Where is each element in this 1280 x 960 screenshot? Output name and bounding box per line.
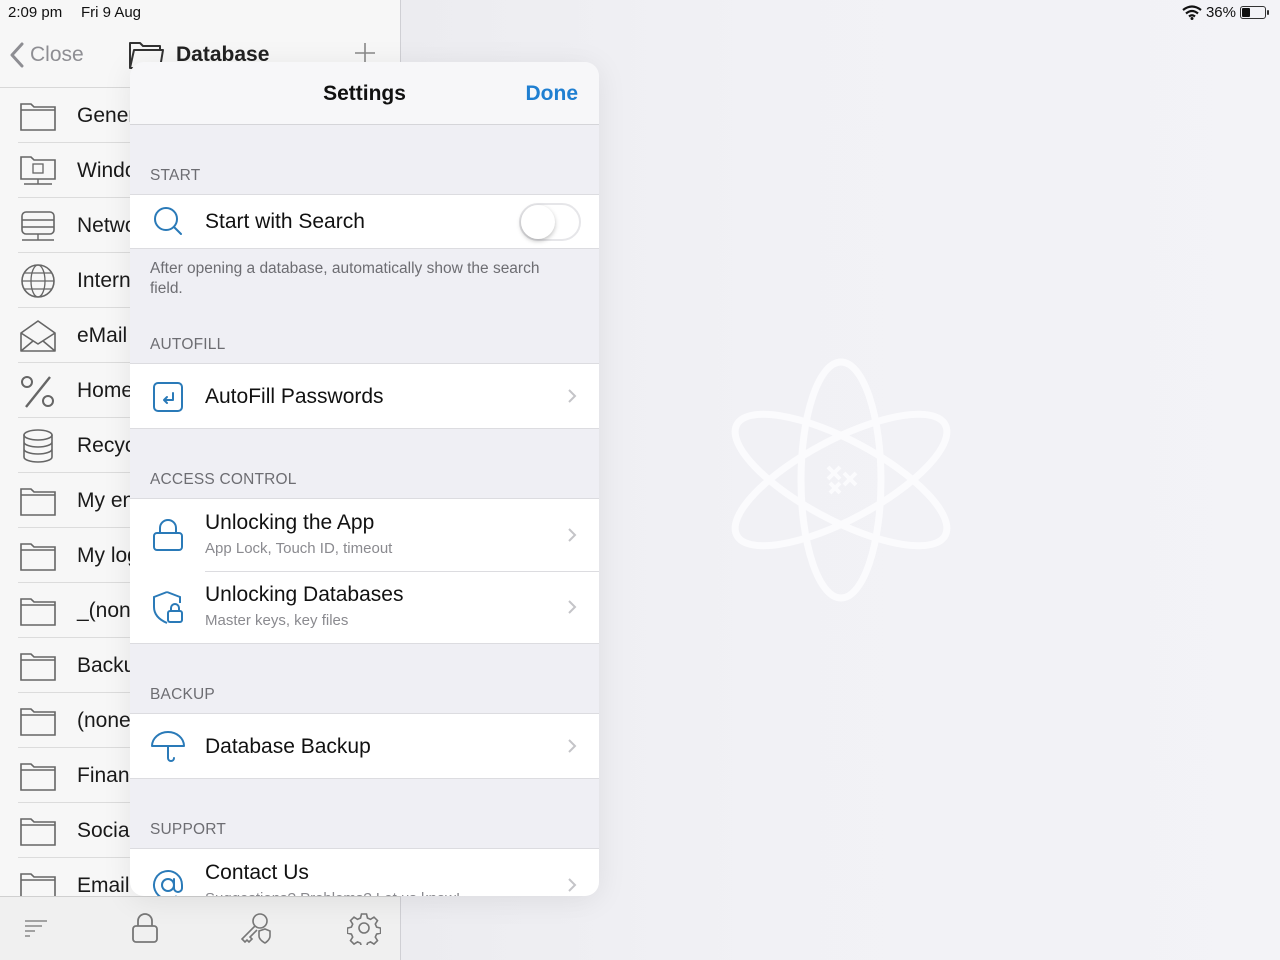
lock-icon[interactable] (128, 911, 162, 945)
close-button[interactable]: Close (10, 42, 84, 68)
section-header-autofill: AUTOFILL (150, 336, 226, 353)
backup-group: Database Backup (130, 713, 599, 779)
section-header-start: START (150, 167, 201, 184)
shield-lock-icon (153, 591, 183, 624)
unlocking-databases-title: Unlocking Databases (205, 583, 404, 606)
autofill-passwords-label: AutoFill Passwords (205, 385, 384, 408)
key-shield-icon[interactable] (238, 911, 272, 945)
folder-icon (20, 762, 56, 791)
status-date: Fri 9 Aug (81, 4, 142, 21)
folder-icon (20, 817, 56, 846)
support-group: Contact Us Suggestions? Problems? Let us… (130, 848, 599, 896)
database-icon (23, 428, 53, 463)
group-label: Social (77, 818, 135, 842)
folder-icon (20, 597, 56, 626)
globe-icon (21, 263, 55, 298)
autofill-passwords-row[interactable]: AutoFill Passwords (130, 364, 599, 428)
chevron-right-icon (568, 739, 577, 753)
start-footer: After opening a database, automatically … (150, 260, 540, 297)
status-bar: 2:09 pm Fri 9 Aug 36% (0, 0, 1280, 26)
wifi-icon (1182, 5, 1202, 20)
search-icon (154, 207, 182, 235)
chevron-right-icon (568, 878, 577, 892)
envelope-open-icon (20, 319, 56, 352)
section-header-backup: BACKUP (150, 686, 215, 703)
start-with-search-row: Start with Search (130, 195, 599, 248)
start-group: Start with Search (130, 194, 599, 249)
sort-icon[interactable] (20, 911, 54, 945)
folder-icon (20, 707, 56, 736)
folder-icon (20, 487, 56, 516)
percent-icon (21, 375, 54, 408)
unlocking-app-row[interactable]: Unlocking the App App Lock, Touch ID, ti… (130, 499, 599, 571)
done-button[interactable]: Done (526, 82, 579, 106)
folder-icon (20, 542, 56, 571)
group-label: Email (77, 873, 130, 897)
folder-icon (20, 652, 56, 681)
settings-header: Settings Done (130, 62, 599, 125)
battery-icon (1240, 6, 1269, 19)
contact-us-subtitle: Suggestions? Problems? Let us know! (205, 890, 460, 896)
chevron-right-icon (568, 389, 577, 403)
umbrella-icon (151, 731, 185, 762)
group-label: eMail (77, 323, 128, 347)
autofill-icon (153, 382, 183, 412)
chevron-right-icon (568, 600, 577, 614)
battery-percent: 36% (1205, 4, 1236, 21)
database-backup-row[interactable]: Database Backup (130, 714, 599, 778)
autofill-group: AutoFill Passwords (130, 363, 599, 429)
contact-us-row[interactable]: Contact Us Suggestions? Problems? Let us… (130, 849, 599, 896)
unlocking-databases-subtitle: Master keys, key files (205, 612, 349, 629)
section-header-access-control: ACCESS CONTROL (150, 471, 297, 488)
unlocking-app-title: Unlocking the App (205, 511, 375, 534)
settings-popover: Settings Done START Start with Search Af… (130, 62, 599, 896)
folder-icon (20, 102, 56, 131)
at-sign-icon (153, 870, 183, 896)
database-backup-label: Database Backup (205, 735, 371, 758)
section-header-support: SUPPORT (150, 821, 227, 838)
close-label: Close (30, 43, 84, 66)
chevron-right-icon (568, 528, 577, 542)
start-with-search-toggle[interactable] (519, 203, 581, 241)
contact-us-title: Contact Us (205, 861, 309, 884)
start-with-search-label: Start with Search (205, 210, 365, 233)
access-control-group: Unlocking the App App Lock, Touch ID, ti… (130, 498, 599, 644)
master-toolbar (0, 896, 400, 960)
app-logo-watermark-icon (731, 358, 951, 602)
chevron-left-icon (10, 42, 24, 68)
gear-icon[interactable] (347, 911, 381, 945)
status-time: 2:09 pm (8, 4, 63, 21)
network-server-icon (21, 210, 55, 241)
unlocking-app-subtitle: App Lock, Touch ID, timeout (205, 540, 393, 557)
lock-icon (153, 519, 183, 551)
windows-folder-icon (20, 155, 56, 185)
unlocking-databases-row[interactable]: Unlocking Databases Master keys, key fil… (130, 571, 599, 643)
toggle-knob (521, 205, 555, 239)
group-label: (none) (77, 708, 138, 732)
